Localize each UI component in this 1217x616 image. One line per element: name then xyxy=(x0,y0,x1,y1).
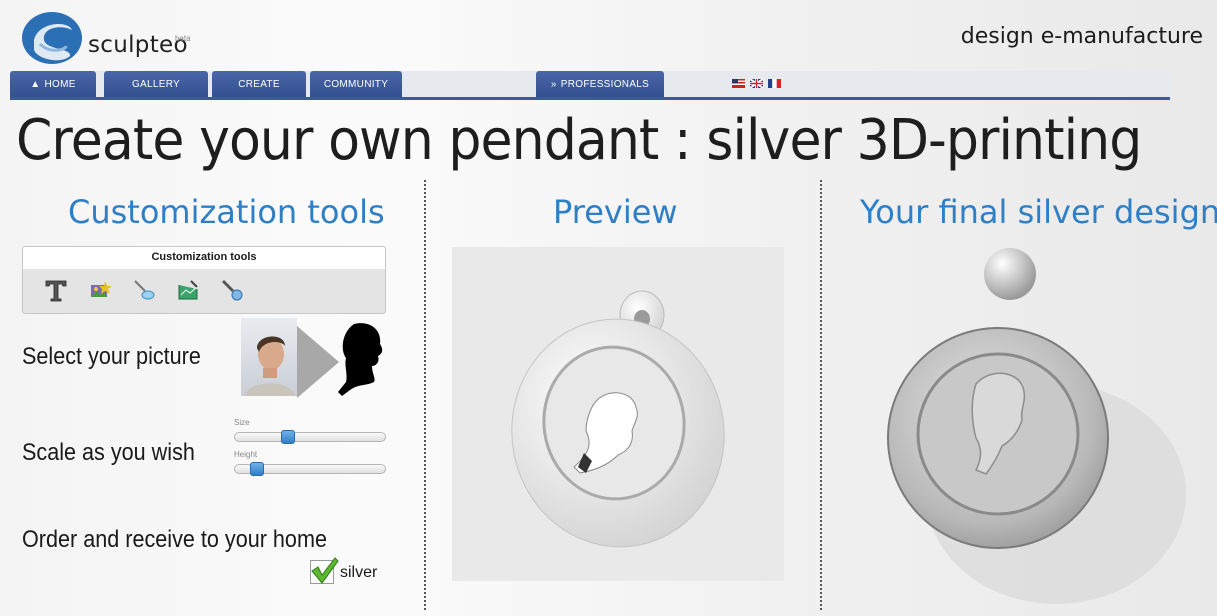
double-chevron-icon: » xyxy=(550,79,557,90)
material-label: silver xyxy=(340,564,378,581)
tab-community[interactable]: COMMUNITY xyxy=(310,71,402,97)
column-divider xyxy=(820,180,822,610)
frame-tool-icon[interactable] xyxy=(175,277,201,303)
language-selector xyxy=(732,79,781,88)
size-slider-thumb[interactable] xyxy=(281,430,295,444)
tab-gallery[interactable]: GALLERY xyxy=(104,71,208,97)
tools-panel-header: Customization tools xyxy=(23,247,385,269)
uk-flag-icon[interactable] xyxy=(750,79,763,88)
size-slider[interactable] xyxy=(234,430,386,444)
home-icon: ▲ xyxy=(30,79,41,90)
us-flag-icon[interactable] xyxy=(732,79,745,88)
color-tool-icon[interactable] xyxy=(219,277,245,303)
preview-heading: Preview xyxy=(553,193,678,231)
height-slider-label: Height xyxy=(234,450,258,459)
beta-badge: beta xyxy=(175,34,191,43)
silver-checkbox[interactable] xyxy=(310,557,339,584)
sculpteo-logo[interactable]: sculpteo beta xyxy=(20,8,220,66)
height-slider-thumb[interactable] xyxy=(250,462,264,476)
customization-heading: Customization tools xyxy=(68,193,385,231)
customization-tools-panel: Customization tools xyxy=(22,246,386,314)
checkmark-icon xyxy=(311,557,339,584)
logo-swirl-icon xyxy=(22,12,82,64)
text-tool-icon[interactable] xyxy=(43,277,69,303)
main-nav: ▲ HOME GALLERY CREATE COMMUNITY » PROFESSI… xyxy=(10,71,1170,101)
tab-professionals[interactable]: » PROFESSIONALS xyxy=(536,71,664,97)
scale-label: Scale as you wish xyxy=(22,439,195,466)
image-tool-icon[interactable] xyxy=(87,277,113,303)
logo-wordmark: sculpteo xyxy=(88,32,188,58)
silhouette-image xyxy=(338,323,383,396)
france-flag-icon[interactable] xyxy=(768,79,781,88)
portrait-photo[interactable] xyxy=(241,318,297,396)
final-silver-pendant-photo xyxy=(826,234,1217,616)
final-design-heading: Your final silver design xyxy=(860,193,1217,231)
order-label: Order and receive to your home xyxy=(22,526,327,553)
pendant-3d-preview[interactable] xyxy=(452,247,784,581)
tab-home[interactable]: ▲ HOME xyxy=(10,71,96,97)
size-slider-label: Size xyxy=(234,418,250,427)
select-picture-label: Select your picture xyxy=(22,343,201,370)
tagline: design e-manufacture xyxy=(960,24,1203,49)
height-slider[interactable] xyxy=(234,462,386,476)
column-divider xyxy=(424,180,426,610)
sculpt-tool-icon[interactable] xyxy=(131,277,157,303)
page-title: Create your own pendant : silver 3D-prin… xyxy=(16,108,1142,173)
tab-create[interactable]: CREATE xyxy=(212,71,306,97)
